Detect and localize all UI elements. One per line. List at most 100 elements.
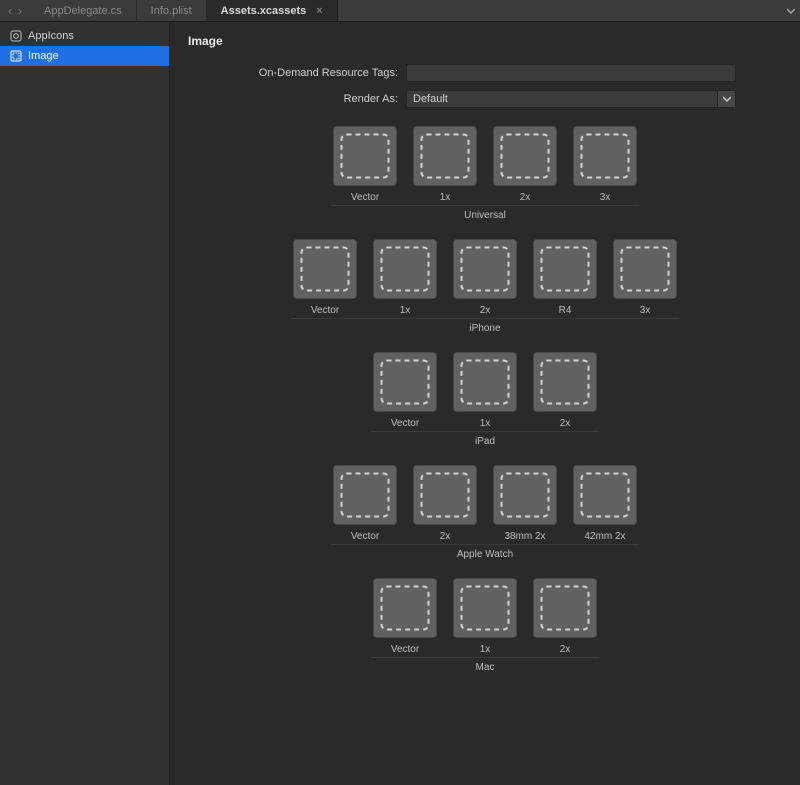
- image-well[interactable]: [613, 239, 677, 299]
- slot-label: Vector: [331, 531, 399, 542]
- group-label: iPhone: [469, 323, 500, 334]
- image-well[interactable]: [453, 578, 517, 638]
- sidebar-item-label: Image: [28, 50, 59, 62]
- slot-row: [291, 239, 679, 299]
- slot-col: [371, 578, 439, 638]
- image-well[interactable]: [373, 352, 437, 412]
- render-select-value: Default: [413, 93, 448, 105]
- image-well[interactable]: [493, 465, 557, 525]
- tab-assets-xcassets[interactable]: Assets.xcassets ×: [207, 0, 338, 21]
- slot-labels-row: Vector 1x 2x: [371, 642, 599, 658]
- image-well[interactable]: [333, 465, 397, 525]
- image-well[interactable]: [293, 239, 357, 299]
- slot-col: [571, 126, 639, 186]
- tab-bar: ‹ › AppDelegate.cs Info.plist Assets.xcass…: [0, 0, 800, 22]
- slot-group-apple-watch: Vector2x38mm 2x42mm 2xApple Watch: [184, 465, 786, 560]
- image-well[interactable]: [413, 126, 477, 186]
- slot-col: [491, 126, 559, 186]
- image-icon: [10, 50, 22, 62]
- slot-label: 1x: [371, 305, 439, 316]
- render-label: Render As:: [184, 93, 406, 105]
- tab-overflow-icon[interactable]: [782, 0, 800, 21]
- image-well[interactable]: [333, 126, 397, 186]
- appicon-icon: [10, 30, 22, 42]
- close-icon[interactable]: ×: [316, 5, 322, 17]
- slot-label: 3x: [571, 192, 639, 203]
- group-label: iPad: [475, 436, 495, 447]
- slot-labels-row: Vector 1x 2x 3x: [331, 190, 639, 206]
- tags-label: On-Demand Resource Tags:: [184, 67, 406, 79]
- slot-col: [491, 465, 559, 525]
- image-well[interactable]: [533, 578, 597, 638]
- tab-info-plist[interactable]: Info.plist: [137, 0, 207, 21]
- page-title: Image: [188, 34, 786, 48]
- image-well[interactable]: [573, 465, 637, 525]
- slot-col: [371, 239, 439, 299]
- slot-col: [451, 578, 519, 638]
- tab-label: Assets.xcassets: [221, 5, 307, 17]
- slot-col: [411, 126, 479, 186]
- slot-label: R4: [531, 305, 599, 316]
- slot-label: Vector: [331, 192, 399, 203]
- render-select[interactable]: Default: [406, 90, 736, 108]
- sidebar-item-image[interactable]: Image: [0, 46, 169, 66]
- slot-label: 42mm 2x: [571, 531, 639, 542]
- slot-labels-row: Vector 2x 38mm 2x 42mm 2x: [331, 529, 639, 545]
- tab-nav-arrows: ‹ ›: [0, 0, 30, 21]
- slot-label: 1x: [411, 192, 479, 203]
- slot-label: Vector: [371, 644, 439, 655]
- tab-appdelegate-cs[interactable]: AppDelegate.cs: [30, 0, 137, 21]
- slot-col: [411, 465, 479, 525]
- slot-label: 3x: [611, 305, 679, 316]
- image-well[interactable]: [573, 126, 637, 186]
- image-well[interactable]: [413, 465, 477, 525]
- slot-col: [451, 239, 519, 299]
- tab-bar-spacer: [338, 0, 782, 21]
- image-well[interactable]: [453, 239, 517, 299]
- slot-group-ipad: Vector 1x 2x iPad: [184, 352, 786, 447]
- sidebar-item-label: AppIcons: [28, 30, 74, 42]
- chevron-down-icon[interactable]: [717, 91, 735, 107]
- slot-col: [611, 239, 679, 299]
- slot-label: 38mm 2x: [491, 531, 559, 542]
- sidebar-item-appicons[interactable]: AppIcons: [0, 26, 169, 46]
- image-well[interactable]: [493, 126, 557, 186]
- slot-row: [371, 578, 599, 638]
- render-row: Render As: Default: [184, 90, 786, 108]
- slot-label: 2x: [491, 192, 559, 203]
- tab-label: Info.plist: [151, 5, 192, 17]
- nav-forward-icon[interactable]: ›: [18, 5, 22, 17]
- group-label: Universal: [464, 210, 506, 221]
- group-label: Mac: [476, 662, 495, 673]
- tags-row: On-Demand Resource Tags:: [184, 64, 786, 82]
- slot-col: [531, 578, 599, 638]
- slot-row: [331, 126, 639, 186]
- slot-label: 2x: [531, 644, 599, 655]
- slot-col: [531, 239, 599, 299]
- slot-col: [571, 465, 639, 525]
- slot-group-iphone: Vector1x2xR43xiPhone: [184, 239, 786, 334]
- slot-label: 2x: [531, 418, 599, 429]
- slot-col: [331, 465, 399, 525]
- slot-col: [291, 239, 359, 299]
- slot-group-universal: Vector 1x 2x 3x Universal: [184, 126, 786, 221]
- slot-label: 1x: [451, 418, 519, 429]
- slot-label: 2x: [451, 305, 519, 316]
- tags-input[interactable]: [406, 64, 736, 82]
- slot-labels-row: Vector 1x 2x: [371, 416, 599, 432]
- nav-back-icon[interactable]: ‹: [8, 5, 12, 17]
- slot-label: 2x: [411, 531, 479, 542]
- image-well[interactable]: [373, 578, 437, 638]
- slot-label: Vector: [371, 418, 439, 429]
- slot-group-mac: Vector 1x 2x Mac: [184, 578, 786, 673]
- image-well[interactable]: [373, 239, 437, 299]
- image-well[interactable]: [533, 352, 597, 412]
- asset-sidebar: AppIcons Image: [0, 22, 170, 785]
- image-well[interactable]: [453, 352, 517, 412]
- image-well[interactable]: [533, 239, 597, 299]
- tab-label: AppDelegate.cs: [44, 5, 122, 17]
- slot-label: 1x: [451, 644, 519, 655]
- slot-row: [371, 352, 599, 412]
- slot-col: [331, 126, 399, 186]
- slot-col: [531, 352, 599, 412]
